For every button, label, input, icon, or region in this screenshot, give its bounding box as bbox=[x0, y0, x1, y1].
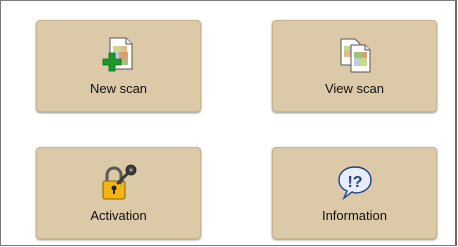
view-scan-label: View scan bbox=[324, 81, 384, 96]
new-scan-button[interactable]: New scan bbox=[36, 20, 201, 112]
information-button[interactable]: !? Information bbox=[272, 147, 437, 239]
new-scan-label: New scan bbox=[89, 81, 148, 96]
menu-frame: New scan View scan Activation !? Informa… bbox=[0, 0, 457, 246]
padlock-key-icon bbox=[102, 164, 136, 200]
view-scan-icon bbox=[340, 38, 370, 73]
speech-bubble-question-icon: !? bbox=[337, 166, 372, 201]
new-scan-icon bbox=[102, 37, 132, 72]
information-label: Information bbox=[321, 208, 388, 223]
activation-button[interactable]: Activation bbox=[36, 147, 201, 239]
activation-label: Activation bbox=[90, 208, 147, 223]
svg-text:!?: !? bbox=[347, 174, 362, 191]
view-scan-button[interactable]: View scan bbox=[272, 20, 437, 112]
